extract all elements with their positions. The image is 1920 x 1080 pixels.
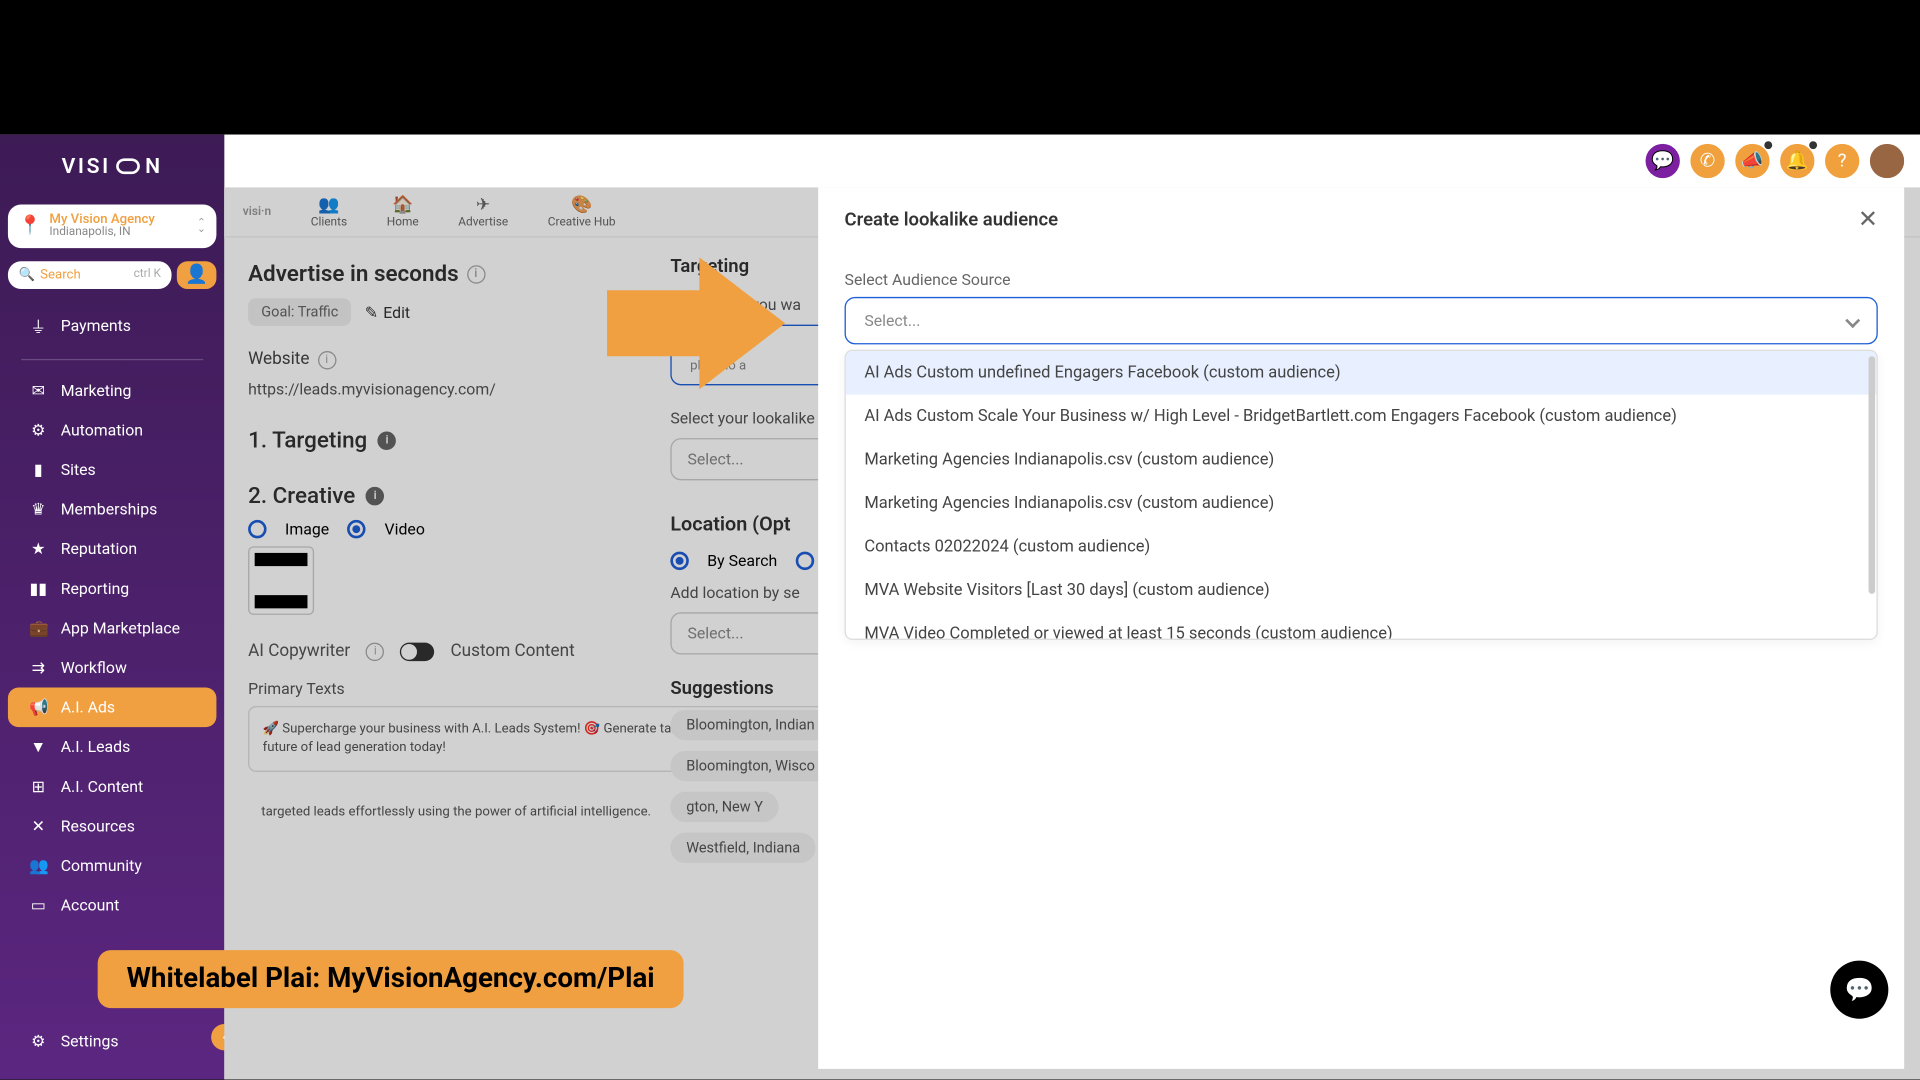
sidebar-item-automation[interactable]: ⚙Automation (8, 410, 216, 450)
audience-source-label: Select Audience Source (845, 271, 1878, 289)
sidebar-item-marketplace[interactable]: 💼App Marketplace (8, 608, 216, 648)
chart-icon: ▮▮ (29, 579, 47, 597)
funnel-icon: ▼ (29, 738, 47, 756)
user-button[interactable]: 👤 (177, 261, 217, 289)
sidebar-item-reporting[interactable]: ▮▮Reporting (8, 569, 216, 609)
memberships-icon: ♛ (29, 500, 47, 518)
sidebar-item-ai-ads[interactable]: 📢A.I. Ads (8, 687, 216, 727)
audience-dropdown: AI Ads Custom undefined Engagers Faceboo… (845, 350, 1878, 640)
lookalike-modal: Create lookalike audience ✕ Select Audie… (818, 187, 1904, 1068)
modal-title: Create lookalike audience (845, 209, 1059, 230)
dropdown-option[interactable]: Contacts 02022024 (custom audience) (846, 525, 1877, 569)
select-placeholder: Select... (864, 311, 920, 329)
sidebar-item-workflow[interactable]: ⇉Workflow (8, 648, 216, 688)
dropdown-option[interactable]: Marketing Agencies Indianapolis.csv (cus… (846, 482, 1877, 526)
sidebar-item-ai-content[interactable]: ⊞A.I. Content (8, 767, 216, 807)
dropdown-option[interactable]: Marketing Agencies Indianapolis.csv (cus… (846, 438, 1877, 482)
dropdown-option[interactable]: AI Ads Custom undefined Engagers Faceboo… (846, 351, 1877, 395)
sidebar-item-memberships[interactable]: ♛Memberships (8, 489, 216, 529)
sidebar: VISIN 📍 My Vision Agency Indianapolis, I… (0, 135, 224, 1080)
sidebar-item-payments[interactable]: ⏚Payments (8, 305, 216, 349)
star-icon: ★ (29, 540, 47, 558)
account-location: Indianapolis, IN (49, 227, 189, 240)
account-switcher[interactable]: 📍 My Vision Agency Indianapolis, IN ⌃⌄ (8, 205, 216, 248)
gear-icon: ⚙ (29, 1032, 47, 1050)
dropdown-option[interactable]: MVA Website Visitors [Last 30 days] (cus… (846, 569, 1877, 613)
sidebar-item-resources[interactable]: ✕Resources (8, 806, 216, 846)
chevron-updown-icon: ⌃⌄ (197, 219, 206, 234)
window-black-bar (0, 0, 1920, 135)
sidebar-item-settings[interactable]: ⚙Settings (8, 1021, 216, 1061)
community-icon: 👥 (29, 856, 47, 874)
megaphone-icon: 📢 (29, 698, 47, 716)
tools-icon: ✕ (29, 817, 47, 835)
account-icon: ▭ (29, 896, 47, 914)
whitelabel-badge: Whitelabel Plai: MyVisionAgency.com/Plai (98, 950, 684, 1008)
automation-icon: ⚙ (29, 421, 47, 439)
search-shortcut: ctrl K (134, 268, 161, 281)
sidebar-item-ai-leads[interactable]: ▼A.I. Leads (8, 727, 216, 767)
search-icon: 🔍 (18, 268, 34, 283)
dropdown-option[interactable]: AI Ads Custom Scale Your Business w/ Hig… (846, 395, 1877, 439)
chevron-down-icon (1845, 313, 1860, 328)
content-icon: ⊞ (29, 777, 47, 795)
logo: VISIN (0, 135, 224, 197)
workflow-icon: ⇉ (29, 658, 47, 676)
close-icon[interactable]: ✕ (1858, 206, 1878, 234)
audience-source-select[interactable]: Select... (845, 297, 1878, 345)
dropdown-option[interactable]: MVA Video Completed or viewed at least 1… (846, 612, 1877, 640)
sidebar-item-marketing[interactable]: ✉Marketing (8, 371, 216, 411)
search-input[interactable]: 🔍 Search ctrl K (8, 261, 172, 289)
payments-icon: ⏚ (29, 315, 47, 337)
chat-fab[interactable]: 💬 (1830, 961, 1888, 1019)
scrollbar[interactable] (1869, 356, 1876, 594)
sidebar-item-community[interactable]: 👥Community (8, 846, 216, 886)
pin-icon: 📍 (18, 216, 41, 237)
sidebar-item-account[interactable]: ▭Account (8, 885, 216, 925)
sidebar-item-sites[interactable]: ▮Sites (8, 450, 216, 490)
sites-icon: ▮ (29, 460, 47, 478)
sidebar-item-reputation[interactable]: ★Reputation (8, 529, 216, 569)
briefcase-icon: 💼 (29, 619, 47, 637)
mail-icon: ✉ (29, 381, 47, 399)
